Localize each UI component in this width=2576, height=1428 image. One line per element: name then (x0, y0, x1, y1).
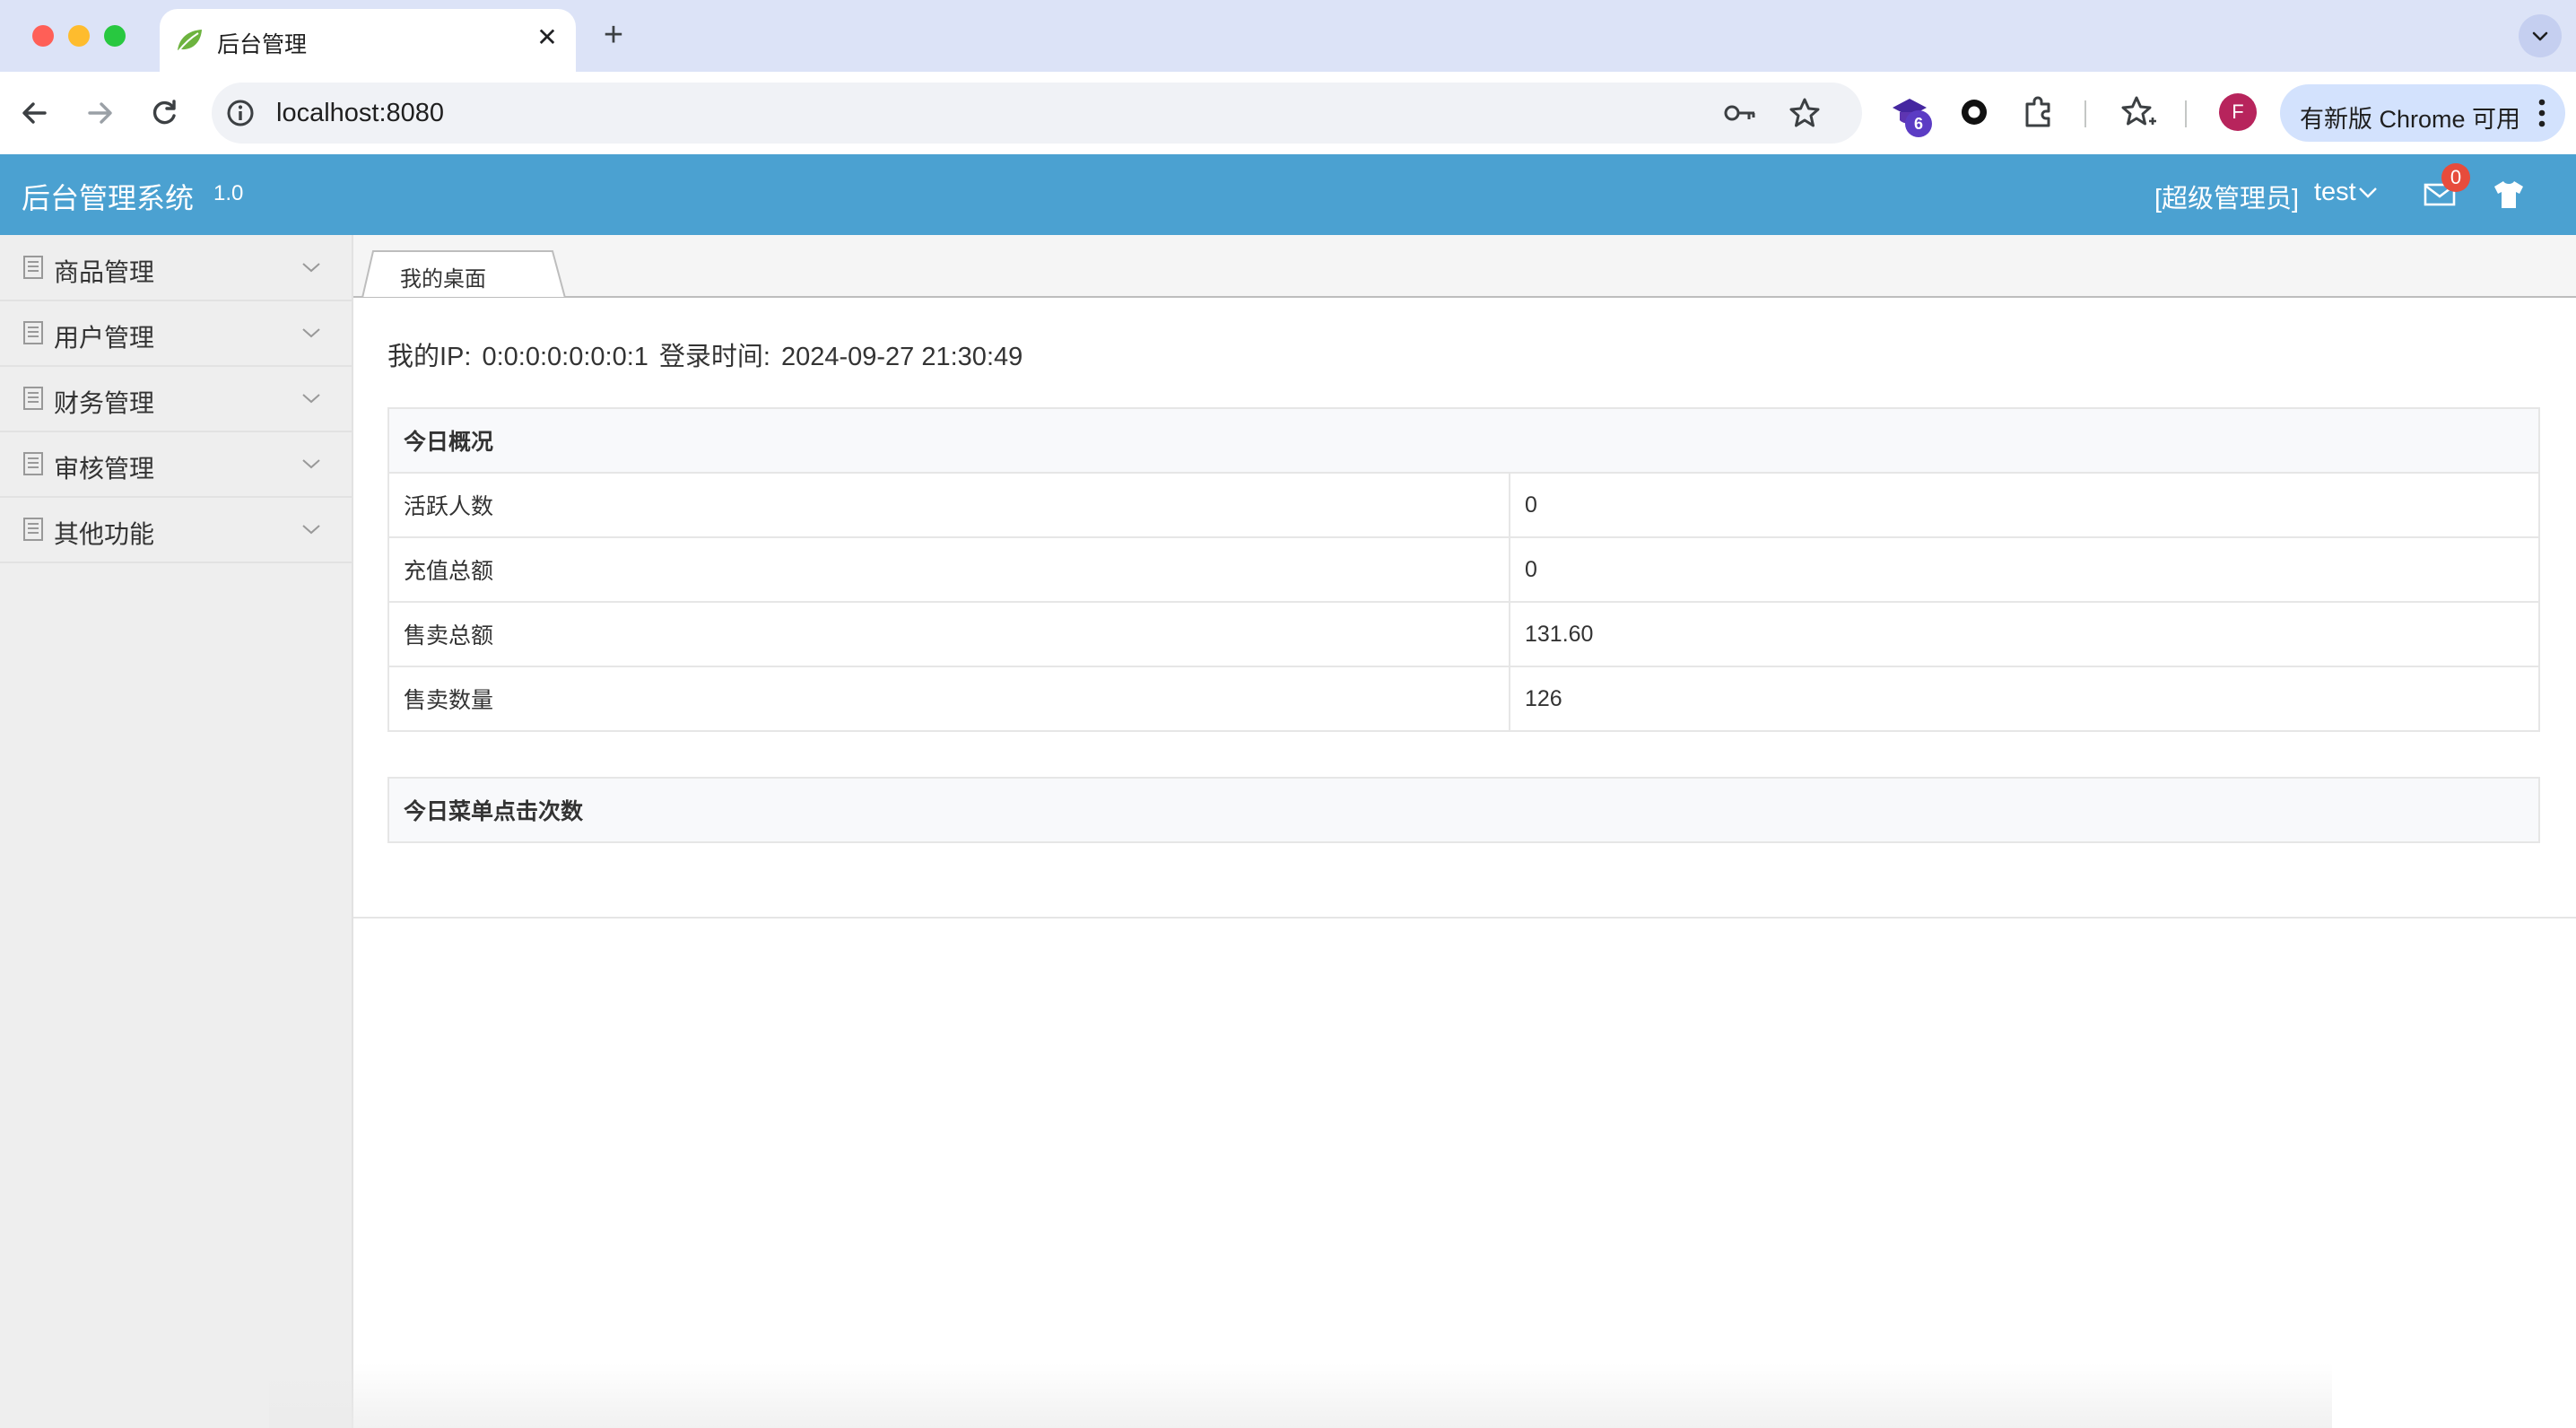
close-window-button[interactable] (32, 25, 54, 47)
mail-count-badge: 0 (2441, 163, 2470, 192)
chevron-down-icon (302, 263, 320, 273)
page-tab-strip: 我的桌面 (353, 235, 2576, 298)
table-row: 售卖总额 131.60 (387, 601, 2540, 667)
username: test (2314, 178, 2356, 206)
login-time-value: 2024-09-27 21:30:49 (780, 343, 1023, 371)
close-tab-icon[interactable]: ✕ (531, 22, 563, 54)
chrome-update-label: 有新版 Chrome 可用 (2300, 106, 2521, 133)
chevron-down-icon (302, 459, 320, 469)
sidebar-item-label: 审核管理 (54, 455, 155, 483)
table-row: 充值总额 0 (387, 536, 2540, 603)
url-text[interactable]: localhost:8080 (276, 99, 444, 128)
tab-search-button[interactable] (2519, 14, 2562, 57)
maximize-window-button[interactable] (104, 25, 126, 47)
profile-avatar[interactable]: F (2219, 93, 2257, 131)
sidebar-item-review[interactable]: 审核管理 (0, 431, 352, 498)
leaf-icon (178, 30, 202, 52)
extension-circle-icon[interactable] (1954, 91, 1995, 133)
row-value: 126 (1509, 666, 2540, 732)
tab-my-desktop[interactable]: 我的桌面 (361, 249, 567, 298)
row-value: 0 (1509, 472, 2540, 538)
app-title: 后台管理系统 (22, 182, 195, 214)
document-icon (23, 256, 43, 279)
minimize-window-button[interactable] (68, 25, 90, 47)
login-time-label: 登录时间: (658, 343, 770, 371)
menu-clicks-title: 今日菜单点击次数 (387, 777, 2540, 843)
row-label: 售卖数量 (387, 666, 1510, 732)
login-info: 我的IP: 0:0:0:0:0:0:0:1 登录时间: 2024-09-27 21:3… (387, 335, 1033, 373)
table-row: 活跃人数 0 (387, 472, 2540, 538)
role-label: [超级管理员] (2154, 185, 2300, 213)
browser-tab-bar: 后台管理 ✕ + (0, 0, 2576, 72)
kebab-menu-icon[interactable] (2538, 97, 2546, 129)
row-value: 0 (1509, 536, 2540, 603)
ip-value: 0:0:0:0:0:0:0:1 (482, 343, 648, 371)
app-header: 后台管理系统 1.0 [超级管理员] test 0 (0, 154, 2576, 235)
overview-table: 今日概况 活跃人数 0 充值总额 0 售卖总额 131.60 售卖数量 126 (387, 407, 2540, 732)
ip-label: 我的IP: (387, 343, 472, 371)
app-version: 1.0 (213, 181, 244, 205)
password-key-icon[interactable] (1722, 97, 1758, 129)
sidebar-item-label: 其他功能 (54, 520, 155, 548)
document-icon (23, 387, 43, 410)
sidebar-item-label: 用户管理 (54, 324, 155, 352)
user-menu[interactable]: test (2314, 178, 2378, 207)
chevron-down-icon (302, 328, 320, 338)
row-label: 售卖总额 (387, 601, 1510, 667)
back-arrow-icon[interactable] (14, 92, 56, 134)
new-tab-button[interactable]: + (594, 16, 633, 56)
sidebar-item-label: 财务管理 (54, 389, 155, 417)
browser-tab-title: 后台管理 (217, 32, 308, 57)
sidebar-item-other[interactable]: 其他功能 (0, 497, 352, 563)
chevron-down-icon (2358, 187, 2377, 199)
address-bar[interactable]: localhost:8080 (212, 83, 1862, 144)
toolbar-separator (2185, 100, 2187, 127)
menu-clicks-table: 今日菜单点击次数 (387, 777, 2540, 843)
document-icon (23, 321, 43, 344)
extension-badge: 6 (1905, 110, 1932, 137)
sidebar-item-products[interactable]: 商品管理 (0, 235, 352, 301)
chevron-down-icon (302, 525, 320, 535)
sidebar-item-label: 商品管理 (54, 258, 155, 286)
sidebar-item-finance[interactable]: 财务管理 (0, 366, 352, 432)
chevron-down-icon (302, 394, 320, 404)
main-content: 我的IP: 0:0:0:0:0:0:0:1 登录时间: 2024-09-27 21:3… (353, 298, 2576, 919)
tshirt-icon[interactable] (2492, 179, 2526, 210)
site-info-icon[interactable] (224, 97, 257, 129)
table-header-row: 今日菜单点击次数 (387, 777, 2540, 843)
extensions-puzzle-icon[interactable] (2018, 91, 2059, 133)
window-bottom-shadow (269, 1363, 2332, 1428)
toolbar-separator (2084, 100, 2086, 127)
overview-title: 今日概况 (387, 407, 2540, 474)
reload-icon[interactable] (144, 92, 185, 134)
tab-label: 我的桌面 (400, 267, 486, 292)
forward-arrow-icon[interactable] (79, 92, 120, 134)
document-icon (23, 518, 43, 541)
sidebar-item-users[interactable]: 用户管理 (0, 300, 352, 367)
chevron-down-icon (2532, 31, 2548, 41)
bookmark-star-icon[interactable] (1787, 95, 1823, 131)
bookmarks-star-icon[interactable] (2117, 91, 2158, 133)
table-header-row: 今日概况 (387, 407, 2540, 474)
row-label: 充值总额 (387, 536, 1510, 603)
browser-tab[interactable]: 后台管理 ✕ (160, 9, 576, 72)
chrome-update-button[interactable]: 有新版 Chrome 可用 (2280, 84, 2565, 142)
sidebar: 商品管理 用户管理 财务管理 审核管理 其他功能 (0, 235, 353, 1428)
row-label: 活跃人数 (387, 472, 1510, 538)
document-icon (23, 452, 43, 475)
browser-toolbar: localhost:8080 6 F 有新版 Chrome 可用 (0, 72, 2576, 154)
row-value: 131.60 (1509, 601, 2540, 667)
table-row: 售卖数量 126 (387, 666, 2540, 732)
